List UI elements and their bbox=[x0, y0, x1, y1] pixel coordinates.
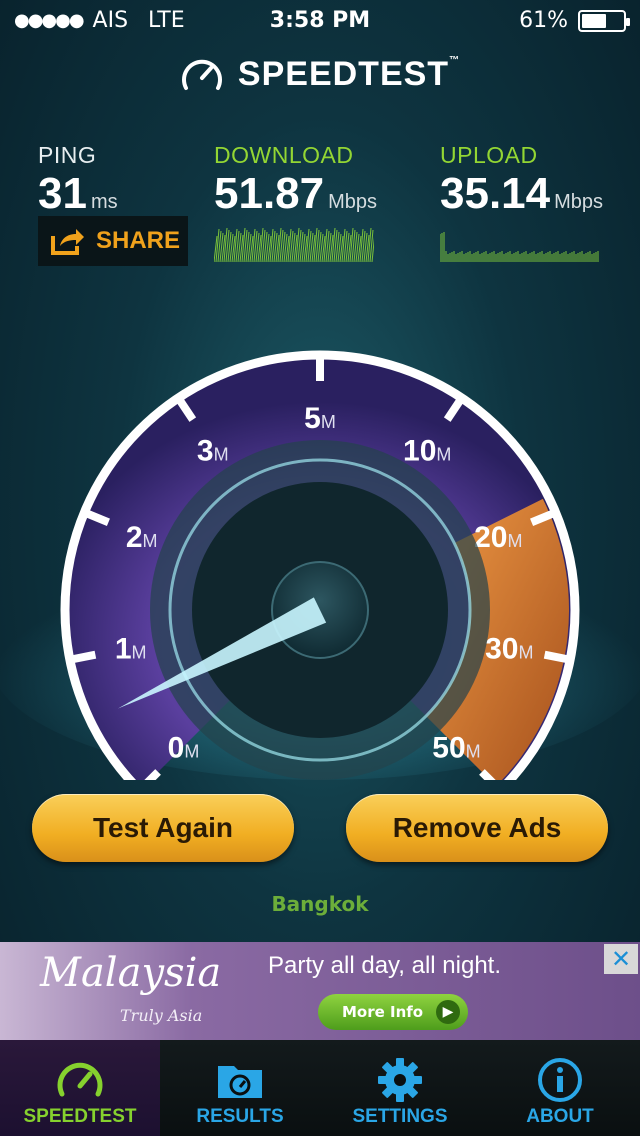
download-unit: Mbps bbox=[328, 191, 378, 213]
server-location: Bangkok bbox=[271, 892, 369, 916]
folder-icon bbox=[218, 1066, 262, 1098]
gear-icon bbox=[378, 1058, 422, 1102]
ad-tagline: Truly Asia bbox=[120, 1006, 203, 1025]
gauge-tick bbox=[543, 650, 571, 664]
status-right: 61% bbox=[519, 8, 630, 33]
ad-headline: Party all day, all night. bbox=[268, 952, 502, 979]
battery-fill bbox=[582, 13, 607, 28]
trademark: ™ bbox=[449, 54, 461, 66]
download-metric: DOWNLOAD 51.87 Mbps bbox=[214, 142, 377, 227]
test-again-button[interactable]: Test Again bbox=[32, 794, 294, 862]
upload-label: UPLOAD bbox=[440, 142, 538, 168]
download-value-row: 51.87 Mbps bbox=[214, 169, 377, 227]
battery-icon bbox=[578, 9, 630, 32]
ping-unit: ms bbox=[90, 191, 118, 213]
ad-close-icon[interactable]: ✕ bbox=[604, 944, 638, 974]
upload-value: 35.14 bbox=[440, 169, 551, 218]
tab-about[interactable]: ABOUT bbox=[480, 1040, 640, 1136]
share-button[interactable]: SHARE bbox=[38, 216, 188, 266]
app-title-text: SPEEDTEST bbox=[237, 54, 450, 93]
app-header: SPEEDTEST™ bbox=[0, 54, 640, 98]
ad-more-info-button[interactable]: More Info ▶ bbox=[318, 994, 468, 1030]
tab-speedtest[interactable]: SPEEDTEST bbox=[0, 1040, 160, 1136]
upload-value-row: 35.14 Mbps bbox=[440, 169, 603, 227]
download-speed-graph bbox=[214, 227, 374, 262]
tab-results[interactable]: RESULTS bbox=[160, 1040, 320, 1136]
tab-settings[interactable]: SETTINGS bbox=[320, 1040, 480, 1136]
download-value: 51.87 bbox=[214, 169, 325, 218]
tab-about-label: ABOUT bbox=[526, 1106, 594, 1127]
status-bar: ●●●●● AIS LTE 3:58 PM 61% bbox=[0, 0, 640, 40]
speedometer-logo-icon bbox=[181, 59, 222, 90]
tab-results-label: RESULTS bbox=[196, 1106, 284, 1127]
gauge-tick bbox=[69, 650, 97, 664]
battery-percent: 61% bbox=[519, 8, 568, 33]
tab-bar: SPEEDTEST RESULTS SETTINGS ABOUT bbox=[0, 1040, 640, 1136]
ping-metric: PING 31 ms bbox=[38, 142, 118, 227]
ping-label: PING bbox=[38, 142, 97, 168]
upload-speed-graph bbox=[440, 232, 599, 262]
ad-brand: Malaysia bbox=[40, 950, 222, 996]
app-title: SPEEDTEST™ bbox=[238, 55, 460, 94]
share-label: SHARE bbox=[96, 227, 181, 254]
ad-logo: Malaysia Truly Asia bbox=[40, 950, 240, 1030]
ad-cta-label: More Info bbox=[342, 1003, 424, 1021]
ping-value: 31 bbox=[38, 169, 87, 218]
speed-gauge: 0M1M2M3M5M10M20M30M50M bbox=[0, 350, 640, 780]
upload-unit: Mbps bbox=[554, 191, 604, 213]
ad-banner[interactable]: Malaysia Truly Asia Party all day, all n… bbox=[0, 942, 640, 1040]
upload-metric: UPLOAD 35.14 Mbps bbox=[440, 142, 603, 227]
remove-ads-button[interactable]: Remove Ads bbox=[346, 794, 608, 862]
download-label: DOWNLOAD bbox=[214, 142, 354, 168]
speedometer-icon bbox=[57, 1062, 103, 1097]
tab-speedtest-label: SPEEDTEST bbox=[23, 1106, 137, 1127]
info-icon bbox=[538, 1058, 582, 1102]
chevron-right-icon: ▶ bbox=[436, 1000, 460, 1024]
tab-settings-label: SETTINGS bbox=[352, 1106, 448, 1127]
share-icon bbox=[51, 229, 84, 255]
